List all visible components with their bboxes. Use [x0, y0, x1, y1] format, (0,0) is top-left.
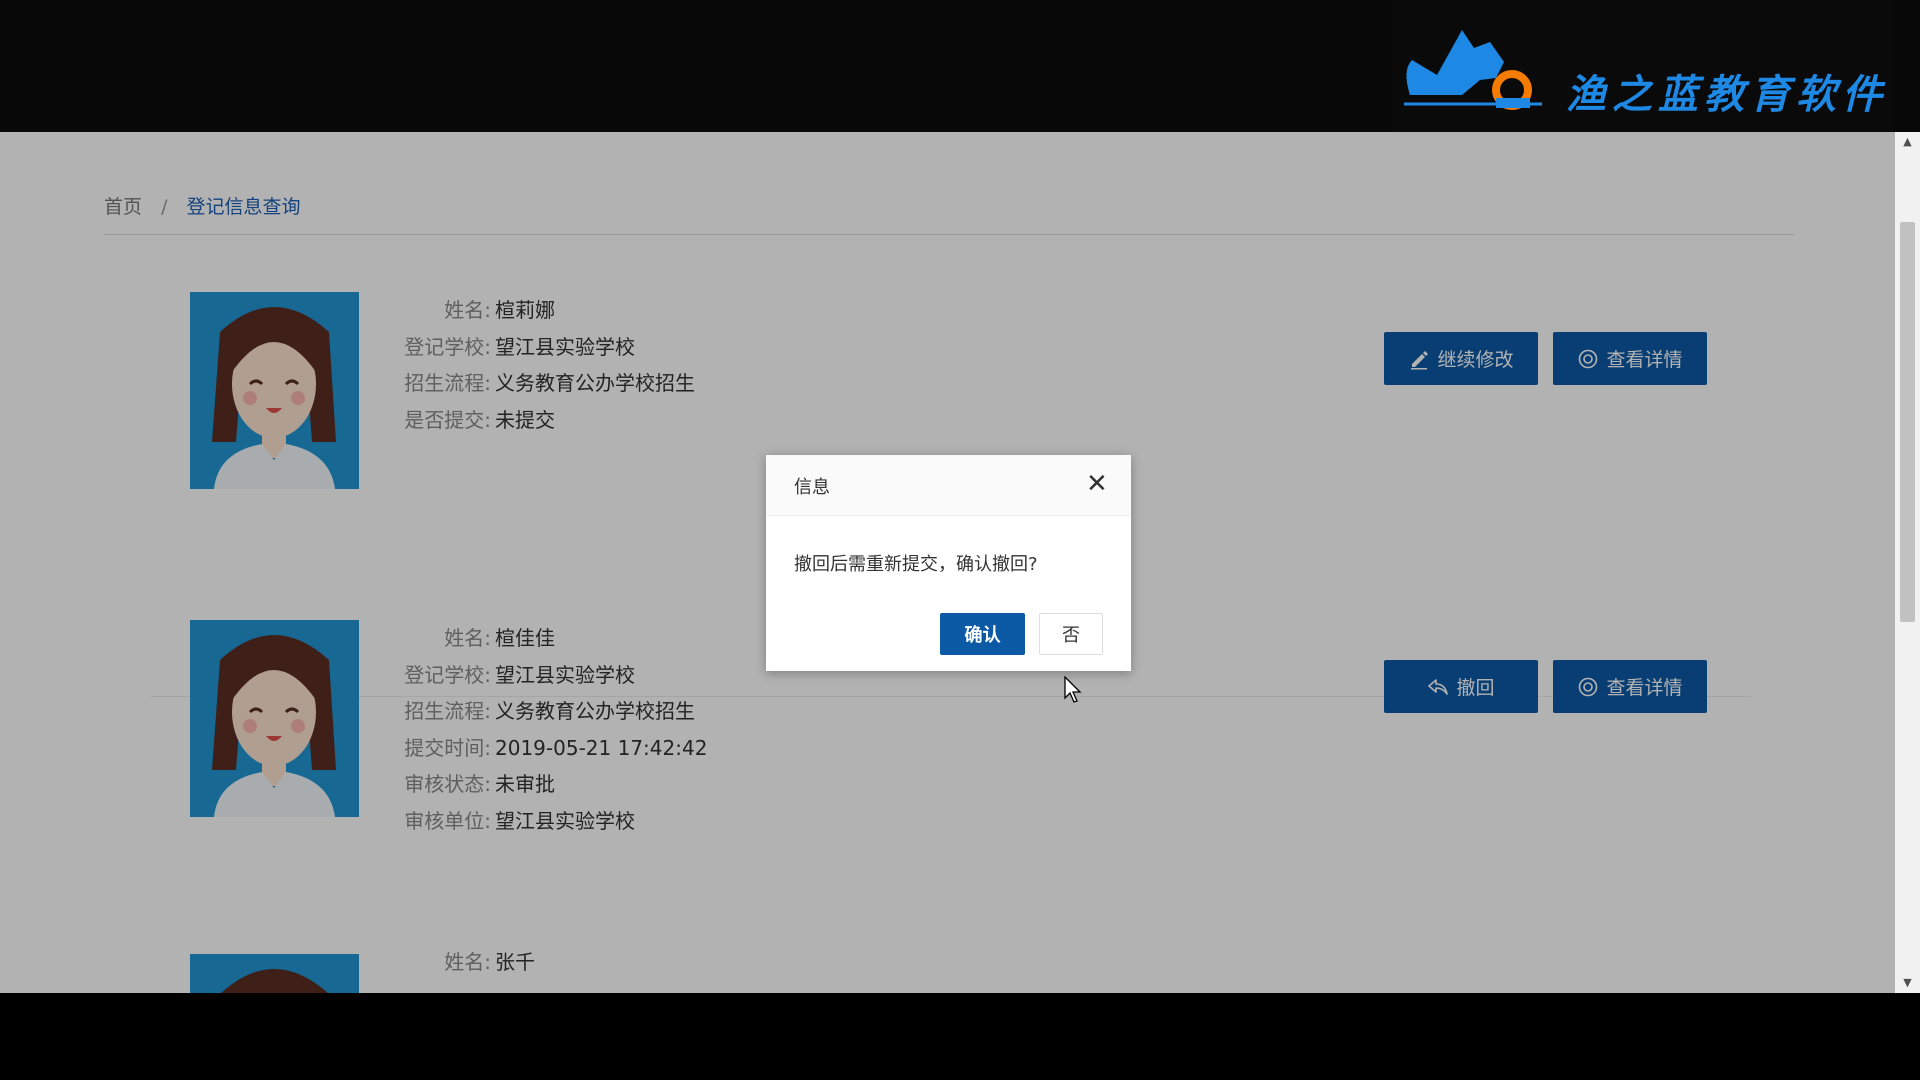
vertical-scrollbar[interactable]: ▲ ▼ [1895, 132, 1920, 993]
logo-mark-icon [1404, 30, 1542, 110]
scrollbar-thumb[interactable] [1900, 222, 1915, 622]
scroll-up-arrow-icon[interactable]: ▲ [1895, 132, 1920, 152]
mouse-cursor-icon [1064, 676, 1082, 703]
confirm-dialog: 信息 ✕ 撤回后需重新提交，确认撤回? 确认 否 [766, 455, 1131, 671]
dialog-message: 撤回后需重新提交，确认撤回? [794, 554, 1038, 575]
logo: 渔之蓝教育软件 [1392, 0, 1893, 132]
scroll-down-arrow-icon[interactable]: ▼ [1895, 973, 1920, 993]
dialog-header: 信息 ✕ [766, 455, 1131, 516]
top-bar: 渔之蓝教育软件 [0, 0, 1920, 132]
close-icon[interactable]: ✕ [1086, 469, 1108, 499]
dialog-title: 信息 [794, 477, 830, 498]
bottom-bar [0, 993, 1920, 1080]
logo-text: 渔之蓝教育软件 [1566, 71, 1888, 118]
cancel-button[interactable]: 否 [1039, 613, 1103, 655]
confirm-button[interactable]: 确认 [940, 613, 1025, 655]
